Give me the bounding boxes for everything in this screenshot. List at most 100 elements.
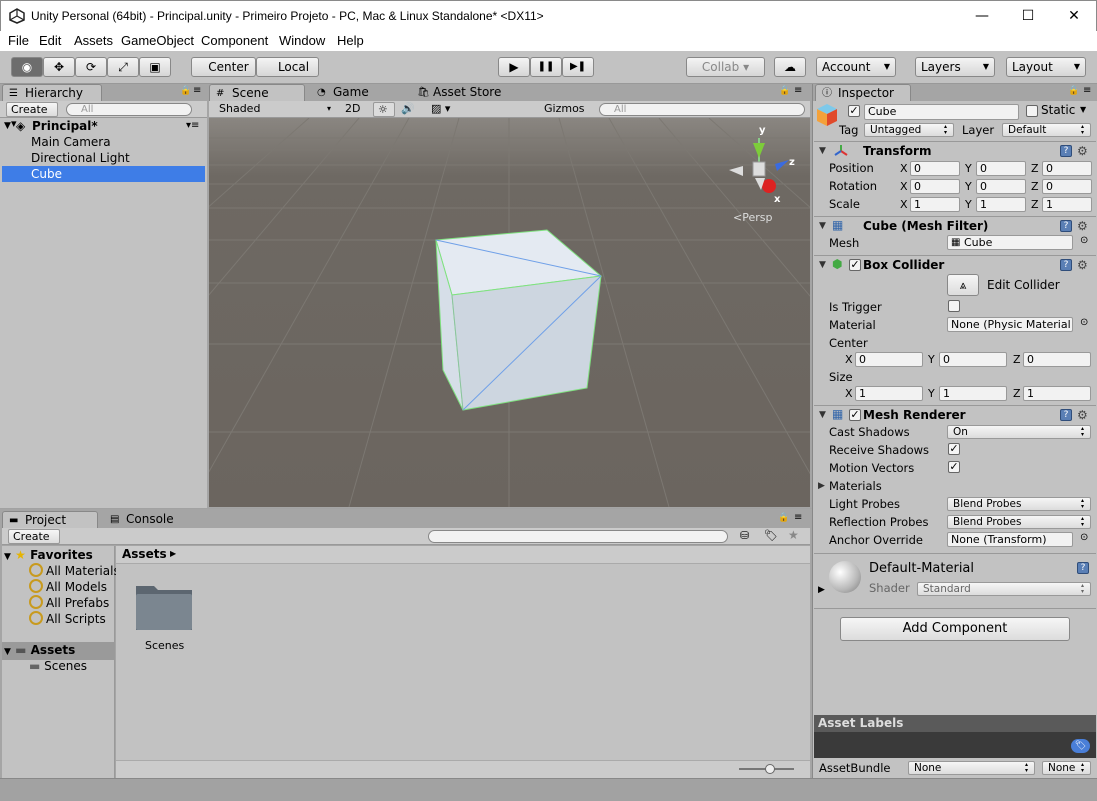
project-search-input[interactable] [428, 530, 728, 543]
object-picker-icon[interactable]: ⊙ [1080, 532, 1088, 543]
menu-assets[interactable]: Assets [74, 33, 113, 48]
fold-arrow-right-icon[interactable]: ▶ [818, 585, 825, 595]
effects-dropdown[interactable]: ▨ ▾ [427, 102, 461, 117]
light-probes-dropdown[interactable]: Blend Probes [947, 497, 1091, 511]
tab-console[interactable]: ▤ Console [104, 511, 184, 528]
add-component-button[interactable]: Add Component [840, 617, 1070, 641]
gear-icon[interactable]: ⚙ [1077, 409, 1088, 421]
favorite-item[interactable]: All Materials [29, 563, 120, 579]
receive-shadows-checkbox[interactable]: ✓ [948, 443, 960, 455]
rotate-tool-button[interactable]: ⟳ [75, 57, 107, 77]
motion-vectors-checkbox[interactable]: ✓ [948, 461, 960, 473]
breadcrumb[interactable]: Assets [122, 547, 167, 561]
mesh-field[interactable]: ▦ Cube [947, 235, 1073, 250]
gear-icon[interactable]: ⚙ [1077, 145, 1088, 157]
tab-project[interactable]: ▬ Project [2, 511, 98, 528]
scale-z-field[interactable]: 1 [1042, 197, 1092, 212]
help-icon[interactable]: ? [1077, 562, 1089, 574]
static-checkbox[interactable] [1026, 105, 1038, 117]
filter-label-icon[interactable]: 🏷 [764, 529, 778, 542]
rotation-x-field[interactable]: 0 [910, 179, 960, 194]
favorite-item[interactable]: All Scripts [29, 611, 106, 627]
cast-shadows-dropdown[interactable]: On [947, 425, 1091, 439]
maximize-button[interactable]: ☐ [1005, 1, 1051, 31]
scale-x-field[interactable]: 1 [910, 197, 960, 212]
menu-component[interactable]: Component [201, 33, 268, 48]
pivot-center-button[interactable]: Center [191, 57, 256, 77]
mesh-renderer-enabled-checkbox[interactable]: ✓ [849, 409, 861, 421]
is-trigger-checkbox[interactable] [948, 300, 960, 312]
collab-dropdown[interactable]: Collab ▾ [686, 57, 765, 77]
tag-dropdown[interactable]: Untagged [864, 123, 954, 137]
shading-dropdown[interactable]: Shaded ▾ [215, 102, 333, 117]
pivot-local-button[interactable]: Local [256, 57, 319, 77]
position-y-field[interactable]: 0 [976, 161, 1026, 176]
rect-tool-button[interactable]: ▣ [139, 57, 171, 77]
panel-menu-icon[interactable]: ≡ [794, 512, 802, 523]
gear-icon[interactable]: ⚙ [1077, 259, 1088, 271]
rotation-y-field[interactable]: 0 [976, 179, 1026, 194]
hierarchy-create-button[interactable]: Create ▾ [6, 102, 58, 130]
asset-bundle-variant-dropdown[interactable]: None [1042, 761, 1091, 775]
menu-file[interactable]: File [8, 33, 29, 48]
menu-gameobject[interactable]: GameObject [121, 33, 194, 48]
menu-help[interactable]: Help [337, 33, 364, 48]
anchor-override-field[interactable]: None (Transform) [947, 532, 1073, 547]
hierarchy-item-main-camera[interactable]: Main Camera [2, 134, 205, 150]
cloud-button[interactable]: ☁ [774, 57, 806, 77]
hierarchy-item-directional-light[interactable]: Directional Light [2, 150, 205, 166]
size-y-field[interactable]: 1 [939, 386, 1007, 401]
object-picker-icon[interactable]: ⊙ [1080, 235, 1088, 246]
layout-dropdown[interactable]: Layout ▼ [1006, 57, 1086, 77]
tab-hierarchy[interactable]: ☰ Hierarchy [2, 84, 102, 101]
close-button[interactable]: ✕ [1051, 1, 1097, 31]
asset-folder-row[interactable]: ▬ Scenes [29, 658, 87, 674]
lock-icon[interactable]: 🔒 [778, 513, 789, 523]
account-dropdown[interactable]: Account ▼ [816, 57, 896, 77]
project-create-button[interactable]: Create ▾ [8, 529, 60, 557]
step-button[interactable]: ▶❚ [562, 57, 594, 77]
panel-menu-icon[interactable]: ≡ [193, 85, 201, 96]
hierarchy-search-input[interactable]: All [66, 103, 192, 116]
menu-edit[interactable]: Edit [39, 33, 61, 48]
scene-search-input[interactable]: All [599, 103, 805, 116]
help-icon[interactable]: ? [1060, 220, 1072, 232]
collider-material-field[interactable]: None (Physic Material [947, 317, 1073, 332]
size-x-field[interactable]: 1 [855, 386, 923, 401]
folder-icon[interactable] [135, 582, 193, 632]
chevron-down-icon[interactable]: ▼ [1080, 105, 1086, 114]
lighting-toggle[interactable]: ☼ [373, 102, 395, 117]
hand-tool-button[interactable]: ◉ [11, 57, 43, 77]
help-icon[interactable]: ? [1060, 145, 1072, 157]
fold-arrow-right-icon[interactable]: ▶ [818, 481, 825, 491]
cube-mesh[interactable] [435, 229, 603, 411]
scene-root-row[interactable]: ▼ ◈ Principal* ▾≡ [2, 118, 205, 134]
object-picker-icon[interactable]: ⊙ [1080, 317, 1088, 328]
tab-game[interactable]: ◔ Game [311, 84, 381, 101]
move-tool-button[interactable]: ✥ [43, 57, 75, 77]
layer-dropdown[interactable]: Default [1002, 123, 1091, 137]
rotation-z-field[interactable]: 0 [1042, 179, 1092, 194]
zoom-slider-handle[interactable] [765, 764, 775, 774]
minimize-button[interactable]: — [959, 1, 1005, 31]
mesh-renderer-header[interactable]: ▼ ▦ ✓ Mesh Renderer ? ⚙ [814, 405, 1096, 424]
tab-scene[interactable]: # Scene [209, 84, 305, 101]
tag-label-icon[interactable]: 🏷 [1071, 739, 1090, 753]
pause-button[interactable]: ❚❚ [530, 57, 562, 77]
gizmos-dropdown[interactable]: Gizmos ▾ [540, 102, 592, 129]
position-x-field[interactable]: 0 [910, 161, 960, 176]
scene-menu-icon[interactable]: ▾≡ [186, 118, 199, 134]
scale-y-field[interactable]: 1 [976, 197, 1026, 212]
mode-2d-button[interactable]: 2D [341, 102, 365, 117]
object-active-checkbox[interactable]: ✓ [848, 105, 860, 117]
layers-dropdown[interactable]: Layers ▼ [915, 57, 995, 77]
tab-asset-store[interactable]: 🛍 Asset Store [411, 84, 521, 101]
grid-item-scenes-label[interactable]: Scenes [145, 639, 184, 652]
asset-bundle-dropdown[interactable]: None [908, 761, 1035, 775]
box-collider-enabled-checkbox[interactable]: ✓ [849, 259, 861, 271]
scene-viewport[interactable]: y z x <Persp [209, 118, 810, 507]
panel-menu-icon[interactable]: ≡ [1083, 85, 1091, 96]
mesh-filter-header[interactable]: ▼ ▦ Cube (Mesh Filter) ? ⚙ [814, 216, 1096, 235]
scale-tool-button[interactable]: ⤢ [107, 57, 139, 77]
edit-collider-button[interactable]: ⩓ [947, 274, 979, 296]
